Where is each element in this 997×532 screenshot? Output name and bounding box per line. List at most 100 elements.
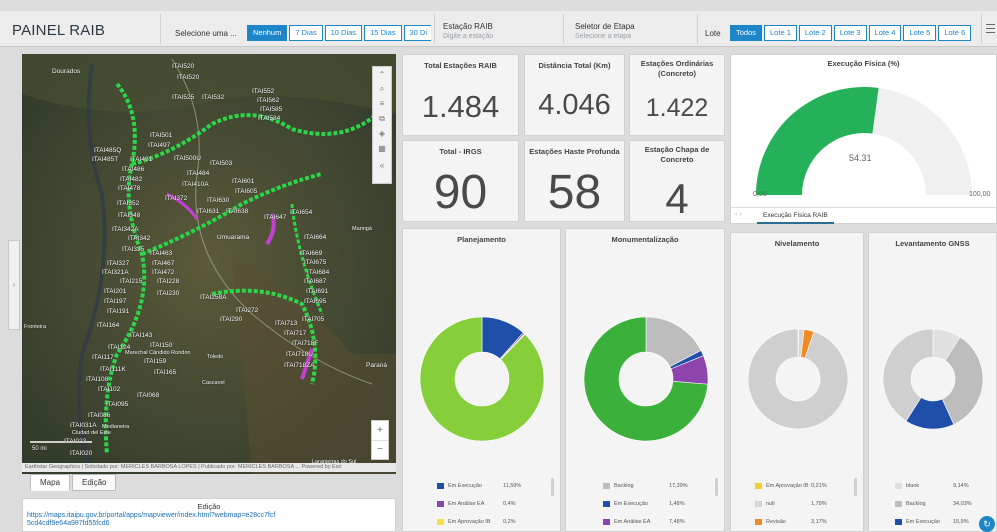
legend-item: Em Análise EA 0,4% xyxy=(437,501,547,507)
gauge-max: 100,00 xyxy=(969,191,991,198)
legend-value: 1,48% xyxy=(669,501,685,507)
tab-edicao[interactable]: Edição xyxy=(72,474,117,491)
map-label: ITAI520 xyxy=(172,63,195,70)
map-label: Marechal Cândido Rondon xyxy=(125,350,191,356)
map-label: ITAI605 xyxy=(235,188,258,195)
map-view[interactable]: Dourados ITAI520 ITAI520 ITAI525 ITAI532… xyxy=(22,54,396,474)
map-label: Cascavel xyxy=(202,380,225,386)
map-label: ITAI111K xyxy=(100,366,126,373)
kpi-title: Estação Chapa de Concreto xyxy=(644,145,710,164)
map-label: ITAI684 xyxy=(307,269,330,276)
legend-value: 0,4% xyxy=(503,501,516,507)
map-label: ITAI472 xyxy=(152,269,175,276)
menu-icon[interactable] xyxy=(986,24,995,33)
side-panel-toggle[interactable]: › xyxy=(8,240,20,330)
tab-prev-icon[interactable]: ‹ › xyxy=(735,211,742,218)
pie-slice[interactable] xyxy=(419,316,545,442)
legend-item: Em Execução 11,59% xyxy=(437,483,547,489)
station-input[interactable]: Digite a estação xyxy=(443,33,493,40)
legend-value: 17,39% xyxy=(669,483,688,489)
period-option-4[interactable]: 30 Di xyxy=(403,25,431,41)
legend-item: Backlog 17,39% xyxy=(603,483,713,489)
kpi-value: 1.484 xyxy=(421,89,500,124)
pie-slice[interactable] xyxy=(747,328,849,430)
map-label: ITAI485T xyxy=(92,156,119,163)
collapse-left-icon[interactable]: « xyxy=(373,159,391,173)
legend-value: 0,21% xyxy=(811,483,827,489)
gauge-tab[interactable]: Execução Física RAIB xyxy=(757,209,834,224)
map-tabs: Mapa Edição xyxy=(30,474,117,491)
legend-swatch xyxy=(755,519,762,525)
map-label: ITAI664 xyxy=(304,234,327,241)
map-label: ITAI164 xyxy=(97,322,120,329)
map-label: ITAI485Q xyxy=(94,147,122,154)
map-label: ITAI463 xyxy=(150,250,173,257)
lote-option-4[interactable]: Lote 4 xyxy=(868,25,902,41)
map-label: ITAI197 xyxy=(104,298,127,305)
map-label: ITAI165 xyxy=(154,369,177,376)
kpi-card: Estação Chapa de Concreto 4 xyxy=(629,140,725,222)
map-label: ITAI552 xyxy=(252,88,275,95)
stage-select[interactable]: Selecione a etapa xyxy=(575,33,631,40)
map-label: ITAI020 xyxy=(70,450,93,457)
basemap-icon[interactable]: ◈ xyxy=(373,127,391,141)
search-icon[interactable]: ⌕ xyxy=(373,82,391,96)
lote-option-2[interactable]: Lote 2 xyxy=(798,25,832,41)
kpi-card: Total Estações RAIB 1.484 xyxy=(402,54,519,136)
legend-swatch xyxy=(603,519,610,525)
lote-option-0[interactable]: Todos xyxy=(730,25,763,41)
map-label: ITAI117 xyxy=(92,354,114,361)
map-label: ITAI630 xyxy=(207,197,230,204)
layers-icon[interactable]: ⧉ xyxy=(373,112,391,126)
period-option-3[interactable]: 15 Dias xyxy=(364,25,402,41)
map-label: Maringá xyxy=(352,226,372,232)
map-label: ITAI584 xyxy=(258,115,281,122)
header-divider xyxy=(697,14,698,44)
lote-option-3[interactable]: Lote 3 xyxy=(833,25,867,41)
legend-scrollbar[interactable] xyxy=(551,478,554,496)
legend-swatch xyxy=(603,501,610,507)
edicao-panel: Edição https://maps.itaipu.gov.br/portal… xyxy=(22,498,396,532)
refresh-icon[interactable]: ↻ xyxy=(979,516,995,532)
grid-icon[interactable]: ▦ xyxy=(373,142,391,156)
lote-option-6[interactable]: Lote 6 xyxy=(938,25,972,41)
map-label: ITAI290 xyxy=(220,316,243,323)
chart-title: Levantamento GNSS xyxy=(895,239,970,248)
legend-scrollbar[interactable] xyxy=(715,478,718,496)
legend-scrollbar[interactable] xyxy=(854,478,857,496)
tab-mapa[interactable]: Mapa xyxy=(30,474,71,491)
edicao-link[interactable]: https://maps.itaipu.gov.br/portal/apps/m… xyxy=(27,512,277,528)
kpi-value: 4 xyxy=(665,175,689,222)
map-label: ITAI228 xyxy=(157,278,180,285)
legend-swatch xyxy=(437,501,444,507)
legend-value: 3,17% xyxy=(811,519,827,525)
legend-item: blank 9,14% xyxy=(895,483,993,489)
zoom-in-button[interactable]: + xyxy=(372,421,388,441)
map-label: ITAI258A xyxy=(200,294,227,301)
list-icon[interactable]: ≡ xyxy=(373,97,391,111)
lote-option-1[interactable]: Lote 1 xyxy=(764,25,797,41)
legend-label: Em Análise EA xyxy=(614,519,651,525)
pie-panel-monumentalizacao: Monumentalização Backlog 17,39% Em Execuç… xyxy=(565,228,725,532)
map-label: ITAI705 xyxy=(302,316,325,323)
collapse-up-icon[interactable]: ⌃ xyxy=(373,68,391,82)
legend-item: null 1,79% xyxy=(755,501,853,507)
legend-swatch xyxy=(437,519,444,525)
map-label: Toledo xyxy=(207,354,224,360)
map-label: ITAI482 xyxy=(120,176,143,183)
map-label: ITAI713 xyxy=(275,320,298,327)
period-option-1[interactable]: 7 Dias xyxy=(289,25,323,41)
legend-swatch xyxy=(755,483,762,489)
map-label: ITAI143 xyxy=(130,332,153,339)
lote-option-5[interactable]: Lote 5 xyxy=(903,25,937,41)
header-divider xyxy=(434,14,435,44)
gauge-min: 0,00 xyxy=(753,191,767,198)
map-label: ITAI372 xyxy=(165,195,188,202)
zoom-out-button[interactable]: − xyxy=(372,441,388,459)
map-label: ITAI467 xyxy=(152,260,175,267)
map-label: ITAI532 xyxy=(202,94,225,101)
period-option-2[interactable]: 10 Dias xyxy=(324,25,363,41)
period-option-0[interactable]: Nenhum xyxy=(247,25,288,41)
map-label: ITAI335 xyxy=(122,246,145,253)
legend-label: Backlog xyxy=(906,501,926,507)
